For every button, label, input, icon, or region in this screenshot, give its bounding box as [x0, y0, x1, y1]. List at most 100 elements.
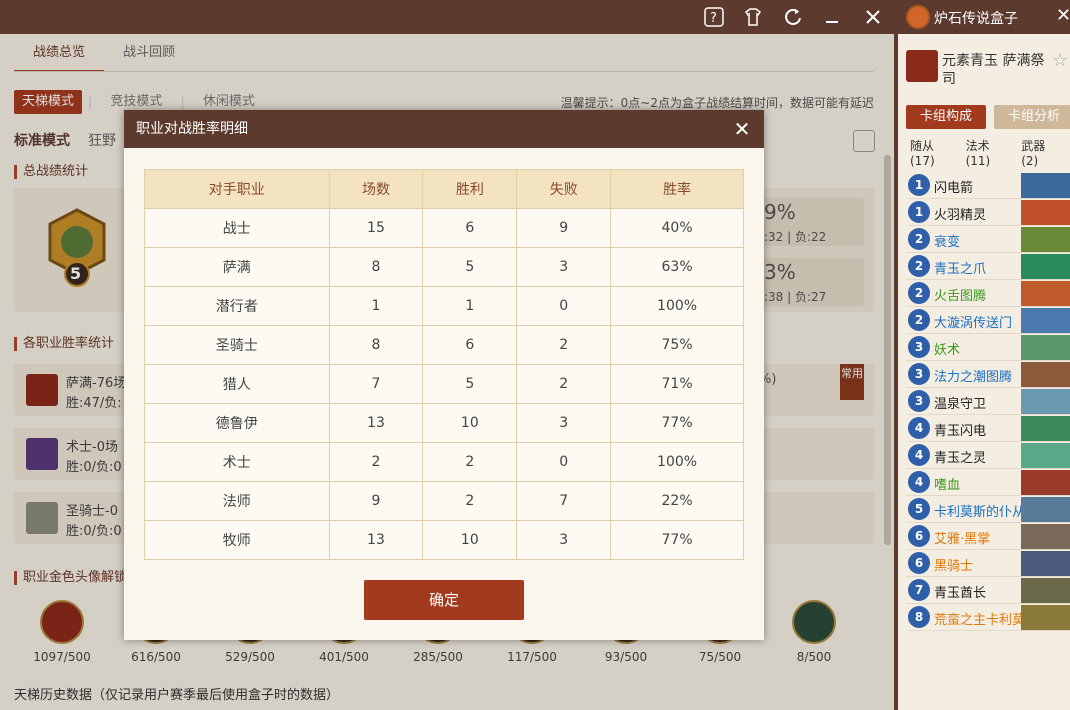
- ok-button[interactable]: 确定: [364, 580, 524, 620]
- card-row[interactable]: 4 青玉闪电: [906, 415, 1070, 442]
- table-cell: 13: [328, 403, 424, 443]
- table-cell: 63%: [610, 247, 744, 287]
- card-art: [1021, 443, 1070, 468]
- shaman-icon: [906, 50, 938, 82]
- card-row[interactable]: 4 嗜血: [906, 469, 1070, 496]
- table-cell: 22%: [610, 481, 744, 521]
- mana-cost: 3: [908, 363, 930, 385]
- card-row[interactable]: 3 妖术: [906, 334, 1070, 361]
- mana-cost: 3: [908, 390, 930, 412]
- table-header: 胜利: [422, 169, 518, 209]
- mana-cost: 1: [908, 201, 930, 223]
- winrate-table: 对手职业 场数 胜利 失败 胜率 战士 15 6 9 40% 萨满 8 5 3 63% 潜行者 1 1 0 100%…: [144, 169, 744, 560]
- deck-name: 元素青玉 萨满祭司: [942, 53, 1045, 87]
- card-type-counts: 随从(17) 法术(11) 武器(2): [910, 137, 1070, 168]
- card-art: [1021, 470, 1070, 495]
- table-cell: 2: [422, 481, 518, 521]
- table-cell: 71%: [610, 364, 744, 404]
- table-cell: 潜行者: [144, 286, 330, 326]
- mana-cost: 4: [908, 471, 930, 493]
- card-list: 1 闪电箭 1 火羽精灵 2 衰变 2 青玉之爪 2 火舌图腾 2 大漩涡传送门 3 妖术 3 法力之潮图腾 3…: [906, 172, 1070, 631]
- card-art: [1021, 497, 1070, 522]
- refresh-icon[interactable]: [781, 5, 805, 29]
- spell-count: 法术(11): [965, 139, 991, 168]
- table-cell: 5: [422, 364, 518, 404]
- card-art: [1021, 227, 1070, 252]
- table-cell: 3: [516, 520, 612, 560]
- card-row[interactable]: 3 法力之潮图腾: [906, 361, 1070, 388]
- table-row: 战士 15 6 9 40%: [144, 208, 744, 248]
- table-cell: 7: [516, 481, 612, 521]
- close-icon[interactable]: ✕: [1056, 5, 1070, 26]
- close-icon[interactable]: ✕: [730, 117, 754, 141]
- mana-cost: 2: [908, 309, 930, 331]
- star-icon[interactable]: ☆: [1052, 50, 1068, 71]
- table-cell: 7: [328, 364, 424, 404]
- help-icon[interactable]: ?: [702, 5, 726, 29]
- table-cell: 2: [516, 325, 612, 365]
- minimize-icon[interactable]: [820, 5, 844, 29]
- table-cell: 圣骑士: [144, 325, 330, 365]
- table-cell: 5: [422, 247, 518, 287]
- weapon-count: 武器(2): [1021, 139, 1046, 168]
- table-cell: 9: [516, 208, 612, 248]
- shirt-icon[interactable]: [741, 5, 765, 29]
- card-art: [1021, 578, 1070, 603]
- table-row: 圣骑士 8 6 2 75%: [144, 325, 744, 365]
- table-cell: 2: [328, 442, 424, 482]
- mana-cost: 2: [908, 228, 930, 250]
- card-art: [1021, 524, 1070, 549]
- minion-count: 随从(17): [910, 139, 935, 168]
- card-row[interactable]: 3 温泉守卫: [906, 388, 1070, 415]
- card-row[interactable]: 2 青玉之爪: [906, 253, 1070, 280]
- close-icon[interactable]: [861, 5, 885, 29]
- table-row: 法师 9 2 7 22%: [144, 481, 744, 521]
- table-cell: 猎人: [144, 364, 330, 404]
- table-cell: 0: [516, 442, 612, 482]
- table-cell: 77%: [610, 403, 744, 443]
- table-header: 胜率: [610, 169, 744, 209]
- mana-cost: 8: [908, 606, 930, 628]
- sidebar-title-bar: 炉石传说盒子 ✕: [898, 0, 1070, 34]
- card-art: [1021, 551, 1070, 576]
- tab-deck-build[interactable]: 卡组构成: [906, 105, 986, 129]
- table-cell: 40%: [610, 208, 744, 248]
- card-row[interactable]: 2 大漩涡传送门: [906, 307, 1070, 334]
- card-row[interactable]: 6 艾雅·黑掌: [906, 523, 1070, 550]
- sidebar-title: 炉石传说盒子: [934, 11, 1018, 27]
- main-panel: ? 战绩总览 战斗回顾 天梯模式 | 竞技模式 | 休闲模式 温馨提示：0点~2…: [0, 0, 894, 710]
- table-cell: 8: [328, 247, 424, 287]
- table-cell: 战士: [144, 208, 330, 248]
- card-row[interactable]: 2 火舌图腾: [906, 280, 1070, 307]
- mana-cost: 2: [908, 282, 930, 304]
- card-art: [1021, 605, 1070, 630]
- card-row[interactable]: 8 荒蛮之主卡利莫斯: [906, 604, 1070, 631]
- card-row[interactable]: 5 卡利莫斯的仆从: [906, 496, 1070, 523]
- modal-header: 职业对战胜率明细 ✕: [124, 110, 764, 148]
- card-row[interactable]: 1 火羽精灵: [906, 199, 1070, 226]
- mana-cost: 4: [908, 417, 930, 439]
- table-cell: 100%: [610, 442, 744, 482]
- table-header: 失败: [516, 169, 612, 209]
- table-cell: 0: [516, 286, 612, 326]
- table-cell: 6: [422, 325, 518, 365]
- mana-cost: 7: [908, 579, 930, 601]
- card-row[interactable]: 1 闪电箭: [906, 172, 1070, 199]
- card-art: [1021, 254, 1070, 279]
- table-cell: 萨满: [144, 247, 330, 287]
- modal-title: 职业对战胜率明细: [136, 121, 248, 137]
- card-art: [1021, 335, 1070, 360]
- card-row[interactable]: 2 衰变: [906, 226, 1070, 253]
- deck-sidebar: 炉石传说盒子 ✕ 元素青玉 萨满祭司 ☆ 卡组构成 卡组分析 随从(17) 法术…: [894, 0, 1070, 710]
- table-cell: 1: [328, 286, 424, 326]
- card-row[interactable]: 6 黑骑士: [906, 550, 1070, 577]
- table-cell: 德鲁伊: [144, 403, 330, 443]
- mana-cost: 6: [908, 552, 930, 574]
- table-cell: 9: [328, 481, 424, 521]
- table-row: 潜行者 1 1 0 100%: [144, 286, 744, 326]
- card-art: [1021, 281, 1070, 306]
- card-row[interactable]: 4 青玉之灵: [906, 442, 1070, 469]
- tab-deck-analysis[interactable]: 卡组分析: [994, 105, 1070, 129]
- table-cell: 3: [516, 247, 612, 287]
- card-row[interactable]: 7 青玉酋长: [906, 577, 1070, 604]
